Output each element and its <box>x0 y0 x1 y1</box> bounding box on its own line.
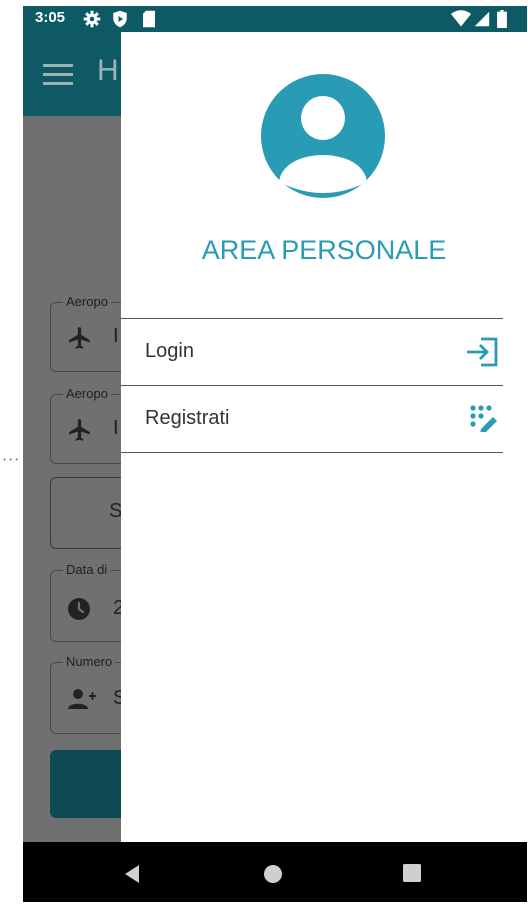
account-circle-icon <box>261 74 385 198</box>
clock-icon <box>68 598 90 620</box>
date-label: Data di <box>63 562 111 577</box>
navigation-bar <box>23 842 527 902</box>
phone-screen: 3:05 H Aeropo I Aeropo I S Data di 2 Num… <box>23 6 527 902</box>
hamburger-icon[interactable] <box>43 64 73 85</box>
login-icon <box>467 337 498 367</box>
arrival-airport-label: Aeropo <box>63 386 111 401</box>
register-icon <box>470 405 497 432</box>
drawer-title: AREA PERSONALE <box>201 235 447 265</box>
battery-icon <box>497 10 507 28</box>
menu-item-register[interactable]: Registrati <box>121 386 503 452</box>
back-icon[interactable] <box>123 864 141 884</box>
menu-item-login-label: Login <box>145 340 194 362</box>
signal-icon <box>474 11 490 27</box>
add-person-icon <box>68 689 96 709</box>
status-bar: 3:05 <box>23 6 527 32</box>
airplane-icon <box>69 327 90 349</box>
passengers-label: Numero <box>63 654 116 669</box>
divider <box>121 452 503 453</box>
airplane-icon <box>69 419 90 441</box>
shield-icon <box>113 10 127 28</box>
overflow-dots: ··· <box>2 450 21 469</box>
menu-item-login[interactable]: Login <box>121 319 503 385</box>
recents-icon[interactable] <box>403 864 421 882</box>
home-icon[interactable] <box>263 864 283 884</box>
sd-card-icon <box>143 10 155 28</box>
app-screen: H Aeropo I Aeropo I S Data di 2 Numero S… <box>23 32 527 842</box>
wifi-icon <box>451 10 471 27</box>
navigation-drawer: AREA PERSONALE Login Registrati <box>121 32 527 842</box>
status-time: 3:05 <box>35 9 66 26</box>
menu-item-register-label: Registrati <box>145 407 230 429</box>
app-title: H <box>97 54 119 87</box>
departure-airport-value: I <box>113 325 119 347</box>
departure-airport-label: Aeropo <box>63 294 111 309</box>
arrival-airport-value: I <box>113 417 119 439</box>
settings-icon <box>83 10 101 28</box>
